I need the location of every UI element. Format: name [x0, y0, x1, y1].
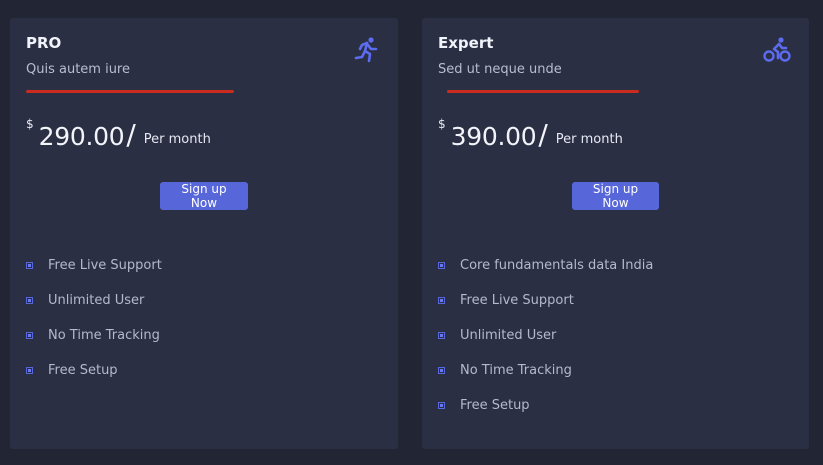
price: $ 290.00 / Per month [26, 117, 211, 151]
feature-label: Free Setup [48, 363, 118, 378]
running-person-icon [354, 37, 378, 63]
price-slash: / [126, 118, 136, 151]
price-amount: 290.00 [38, 122, 125, 151]
sign-up-button[interactable]: Sign up Now [572, 182, 659, 210]
feature-item: No Time Tracking [438, 363, 653, 398]
title-underline [447, 90, 639, 93]
feature-list: Core fundamentals data India Free Live S… [438, 258, 653, 433]
feature-item: Free Setup [26, 363, 162, 398]
price-period: Per month [143, 132, 211, 147]
feature-label: No Time Tracking [460, 363, 572, 378]
feature-list: Free Live Support Unlimited User No Time… [26, 258, 162, 398]
plan-subtitle: Sed ut neque unde [438, 62, 562, 77]
feature-label: Core fundamentals data India [460, 258, 654, 273]
title-underline [26, 90, 234, 93]
currency-symbol: $ [438, 117, 446, 131]
square-bullet-icon [438, 402, 445, 409]
price-amount: 390.00 [450, 122, 537, 151]
square-bullet-icon [438, 297, 445, 304]
feature-item: Core fundamentals data India [438, 258, 653, 293]
feature-item: Free Setup [438, 398, 653, 433]
pricing-card-pro: PRO Quis autem iure $ 290.00 / Per month… [10, 18, 398, 449]
feature-item: Unlimited User [438, 328, 653, 363]
feature-item: No Time Tracking [26, 328, 162, 363]
square-bullet-icon [26, 262, 33, 269]
square-bullet-icon [438, 262, 445, 269]
feature-label: Free Setup [460, 398, 530, 413]
price: $ 390.00 / Per month [438, 117, 623, 151]
currency-symbol: $ [26, 117, 34, 131]
feature-label: Unlimited User [460, 328, 557, 343]
feature-item: Unlimited User [26, 293, 162, 328]
plan-title: Expert [438, 34, 494, 52]
feature-item: Free Live Support [26, 258, 162, 293]
plan-subtitle: Quis autem iure [26, 62, 130, 77]
feature-item: Free Live Support [438, 293, 653, 328]
feature-label: Free Live Support [460, 293, 574, 308]
feature-label: No Time Tracking [48, 328, 160, 343]
pricing-card-expert: Expert Sed ut neque unde $ 390.00 / Per … [422, 18, 809, 449]
feature-label: Free Live Support [48, 258, 162, 273]
price-slash: / [538, 118, 548, 151]
plan-title: PRO [26, 34, 62, 52]
square-bullet-icon [438, 332, 445, 339]
sign-up-button[interactable]: Sign up Now [160, 182, 248, 210]
square-bullet-icon [26, 297, 33, 304]
square-bullet-icon [26, 367, 33, 374]
square-bullet-icon [438, 367, 445, 374]
price-period: Per month [555, 132, 623, 147]
square-bullet-icon [26, 332, 33, 339]
feature-label: Unlimited User [48, 293, 145, 308]
cyclist-icon [763, 37, 791, 62]
